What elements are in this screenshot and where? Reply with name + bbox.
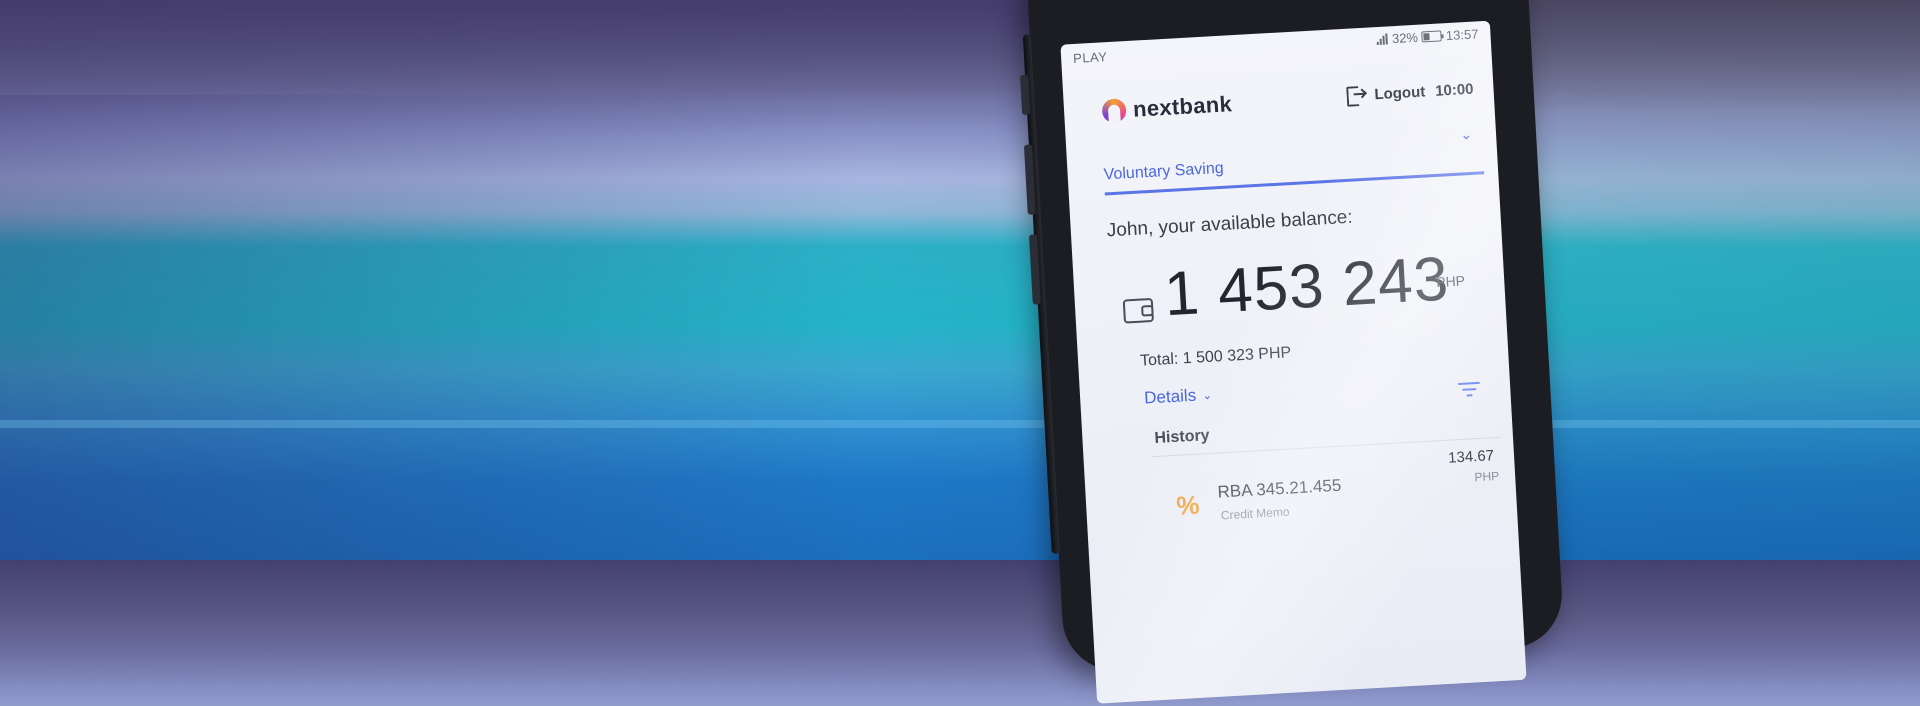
filter-icon[interactable] [1457,381,1481,399]
transaction-row[interactable]: % RBA 345.21.455 Credit Memo 134.67 PHP [1154,441,1508,540]
phone-device: PLAY 32% 13:57 nextbank Logout 10:00 Vol… [1020,0,1565,704]
balance-caption: John, your available balance: [1106,206,1354,242]
app-header: nextbank Logout 10:00 [1063,69,1495,133]
logout-icon [1345,86,1365,107]
session-timer: 10:00 [1434,80,1474,100]
wallet-icon [1122,297,1155,324]
brand-logo[interactable]: nextbank [1101,91,1233,124]
battery-icon [1421,30,1443,43]
status-time: 13:57 [1445,26,1479,44]
mute-switch [1020,74,1031,115]
transaction-type: Credit Memo [1220,504,1290,523]
chevron-down-icon: ⌄ [1459,125,1473,143]
balance-amount: 1 453 243 [1162,244,1451,330]
total-balance: Total: 1 500 323 PHP [1139,344,1292,370]
battery-percent: 32% [1391,29,1419,47]
percent-icon: % [1175,489,1201,521]
transaction-name: RBA 345.21.455 [1217,475,1342,502]
brand-name: nextbank [1132,91,1233,122]
history-title: History [1154,426,1211,448]
transaction-currency: PHP [1474,468,1500,485]
details-label: Details [1143,385,1197,408]
balance-currency: PHP [1435,272,1466,291]
signal-icon [1377,33,1389,46]
logo-icon [1101,98,1127,124]
phone-screen: PLAY 32% 13:57 nextbank Logout 10:00 Vol… [1060,20,1527,704]
chevron-down-icon: ⌄ [1201,387,1213,403]
logout-button[interactable]: Logout 10:00 [1345,80,1474,107]
status-bar: PLAY 32% 13:57 [1060,21,1491,71]
logout-label: Logout [1373,82,1426,103]
details-toggle[interactable]: Details ⌄ [1144,385,1213,409]
carrier-label: PLAY [1072,49,1108,66]
status-indicators: 32% 13:57 [1377,26,1479,47]
account-selected-label: Voluntary Saving [1103,159,1225,184]
transaction-amount: 134.67 [1447,447,1495,467]
background-stripe [0,420,1920,428]
account-dropdown[interactable]: Voluntary Saving ⌄ [1102,126,1485,196]
